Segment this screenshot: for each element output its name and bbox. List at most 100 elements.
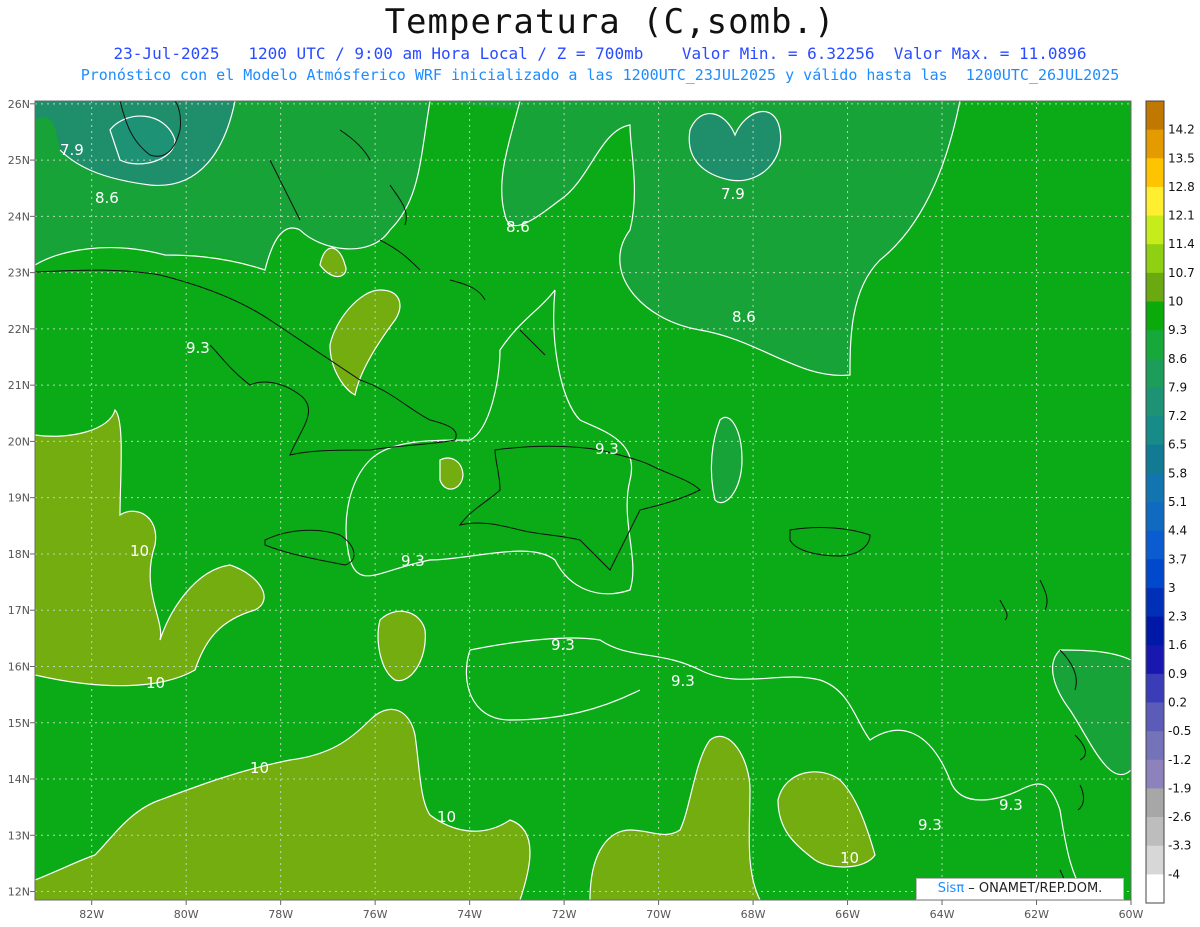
lat-label: 13N — [8, 829, 30, 842]
colorbar-swatch — [1146, 530, 1164, 560]
colorbar-label: 5.8 — [1168, 466, 1187, 480]
colorbar-swatch — [1146, 129, 1164, 159]
colorbar-swatch — [1146, 874, 1164, 904]
contour-label: 9.3 — [401, 552, 425, 570]
colorbar-label: 0.9 — [1168, 667, 1187, 681]
lat-label: 25N — [8, 154, 30, 167]
lat-label: 15N — [8, 717, 30, 730]
lat-label: 14N — [8, 773, 30, 786]
lon-label: 62W — [1024, 908, 1049, 921]
lon-label: 74W — [457, 908, 482, 921]
colorbar-label: 2.3 — [1168, 610, 1187, 624]
contour-label: 8.6 — [732, 308, 756, 326]
colorbar-label: 3 — [1168, 581, 1176, 595]
lon-label: 78W — [268, 908, 293, 921]
contour-label: 9.3 — [186, 339, 210, 357]
lon-label: 68W — [741, 908, 766, 921]
colorbar-swatch — [1146, 502, 1164, 532]
colorbar-label: -0.5 — [1168, 724, 1191, 738]
contour-label: 9.3 — [918, 816, 942, 834]
lat-label: 12N — [8, 886, 30, 899]
colorbar-swatch — [1146, 416, 1164, 446]
contour-label: 9.3 — [551, 636, 575, 654]
contour-label: 7.9 — [60, 141, 84, 159]
colorbar-label: -1.2 — [1168, 753, 1191, 767]
colorbar-swatch — [1146, 587, 1164, 618]
colorbar-label: 10.7 — [1168, 266, 1195, 280]
lat-label: 18N — [8, 548, 30, 561]
colorbar-swatch — [1146, 186, 1164, 217]
credit-box: Sisπ – ONAMET/REP.DOM. — [916, 878, 1124, 900]
colorbar-label: 3.7 — [1168, 552, 1187, 566]
colorbar-swatch — [1146, 817, 1164, 847]
colorbar-swatch — [1146, 788, 1164, 818]
colorbar-label: 7.9 — [1168, 380, 1187, 394]
colorbar-label: 10 — [1168, 295, 1183, 309]
colorbar-swatch — [1146, 673, 1164, 703]
colorbar-label: 0.2 — [1168, 696, 1187, 710]
colorbar-swatch — [1146, 358, 1164, 388]
colorbar-swatch — [1146, 473, 1164, 503]
colorbar-swatch — [1146, 702, 1164, 732]
contour-label: 9.3 — [999, 796, 1023, 814]
contour-label: 8.6 — [506, 218, 530, 236]
colorbar-label: 9.3 — [1168, 323, 1187, 337]
colorbar-label: 8.6 — [1168, 352, 1187, 366]
colorbar-swatch — [1146, 101, 1164, 131]
map-fill-layer — [35, 101, 1131, 900]
colorbar-swatch — [1146, 845, 1164, 875]
contour-label: 10 — [840, 849, 859, 867]
contour-label: 10 — [130, 542, 149, 560]
lat-label: 17N — [8, 604, 30, 617]
colorbar-swatch — [1146, 387, 1164, 417]
lat-label: 16N — [8, 660, 30, 673]
lon-label: 72W — [552, 908, 577, 921]
contour-label: 10 — [146, 674, 165, 692]
lat-label: 21N — [8, 379, 30, 392]
lat-label: 22N — [8, 323, 30, 336]
colorbar-label: 14.2 — [1168, 123, 1195, 137]
colorbar-swatch — [1146, 215, 1164, 245]
colorbar-label: -1.9 — [1168, 781, 1191, 795]
colorbar-label: -2.6 — [1168, 810, 1191, 824]
colorbar-label: 1.6 — [1168, 638, 1187, 652]
contour-label: 8.6 — [95, 189, 119, 207]
lat-label: 19N — [8, 492, 30, 505]
colorbar-label: 12.8 — [1168, 180, 1195, 194]
lon-label: 60W — [1119, 908, 1144, 921]
lon-label: 80W — [174, 908, 199, 921]
contour-label: 9.3 — [595, 440, 619, 458]
lon-label: 76W — [363, 908, 388, 921]
colorbar-swatch — [1146, 645, 1164, 675]
colorbar: 14.2 13.5 12.8 12.1 11.4 10.7 10 9.3 8.6 7.9 7.2 6.… — [1145, 100, 1195, 904]
colorbar-label: 11.4 — [1168, 237, 1195, 251]
colorbar-swatch — [1146, 559, 1164, 589]
sis-logo-text: Sisπ — [937, 881, 965, 896]
colorbar-swatch — [1146, 301, 1164, 331]
lon-label: 70W — [646, 908, 671, 921]
colorbar-swatch — [1146, 759, 1164, 789]
lon-label: 66W — [835, 908, 860, 921]
contour-label: 10 — [437, 808, 456, 826]
credit-org: – ONAMET/REP.DOM. — [964, 881, 1103, 896]
colorbar-label: 5.1 — [1168, 495, 1187, 509]
colorbar-label: 6.5 — [1168, 438, 1187, 452]
colorbar-swatch — [1146, 272, 1164, 302]
contour-label: 10 — [250, 759, 269, 777]
lat-label: 23N — [8, 267, 30, 280]
colorbar-label: -3.3 — [1168, 839, 1191, 853]
temperature-map: 7.9 8.6 7.9 8.6 8.6 9.3 9.3 9.3 9.3 9.3 … — [8, 98, 1195, 921]
contour-label: 7.9 — [721, 185, 745, 203]
colorbar-swatch — [1146, 158, 1164, 188]
lon-label: 64W — [930, 908, 955, 921]
lat-label: 24N — [8, 210, 30, 223]
lat-labels: 26N 25N 24N 23N 22N 21N 20N 19N 18N 17N 16N 15N 14N 1… — [8, 98, 35, 899]
lat-label: 20N — [8, 435, 30, 448]
colorbar-label: 4.4 — [1168, 524, 1187, 538]
colorbar-swatch — [1146, 330, 1164, 360]
colorbar-swatch — [1146, 616, 1164, 646]
colorbar-label: 7.2 — [1168, 409, 1187, 423]
colorbar-swatch — [1146, 731, 1164, 761]
lon-labels: 82W 80W 78W 76W 74W 72W 70W 68W 66W 64W 62W 60W — [79, 900, 1144, 921]
colorbar-label: 13.5 — [1168, 151, 1195, 165]
